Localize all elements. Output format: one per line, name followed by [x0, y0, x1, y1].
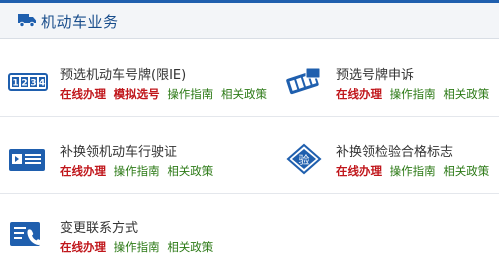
row-divider — [0, 193, 499, 194]
service-reissue-license: 补换领机动车行驶证 在线办理 操作指南 相关政策 — [8, 141, 268, 185]
operation-guide-link[interactable]: 操作指南 — [114, 164, 160, 178]
svg-text:验: 验 — [299, 153, 310, 167]
service-plate-appeal: 预选号牌申诉 在线办理 操作指南 相关政策 — [284, 64, 494, 108]
service-change-contact: 变更联系方式 在线办理 操作指南 相关政策 — [8, 217, 268, 261]
svg-text:3: 3 — [30, 79, 36, 89]
online-handle-link[interactable]: 在线办理 — [336, 87, 382, 101]
related-policy-link[interactable]: 相关政策 — [221, 87, 267, 101]
license-card-icon — [9, 149, 45, 171]
service-preselect-plate: 1 2 3 4 预选机动车号牌(限IE) 在线办理 模拟选号 操作指南 相关政策 — [8, 64, 268, 108]
operation-guide-link[interactable]: 操作指南 — [390, 164, 436, 178]
service-links: 在线办理 模拟选号 操作指南 相关政策 — [60, 86, 271, 102]
service-name[interactable]: 变更联系方式 — [60, 217, 138, 236]
simulate-select-link[interactable]: 模拟选号 — [114, 87, 160, 101]
service-name[interactable]: 补换领机动车行驶证 — [60, 141, 177, 160]
service-name[interactable]: 补换领检验合格标志 — [336, 141, 453, 160]
contact-phone-icon — [10, 222, 43, 246]
service-links: 在线办理 操作指南 相关政策 — [336, 163, 493, 179]
svg-text:1: 1 — [12, 79, 18, 89]
inspection-badge-icon: 验 — [286, 143, 322, 175]
related-policy-link[interactable]: 相关政策 — [167, 164, 213, 178]
related-policy-link[interactable]: 相关政策 — [443, 87, 489, 101]
section-title: 机动车业务 — [41, 13, 119, 31]
online-handle-link[interactable]: 在线办理 — [60, 164, 106, 178]
row-divider — [0, 116, 499, 117]
section-header: 机动车业务 — [0, 3, 499, 39]
number-plate-icon: 1 2 3 4 — [8, 73, 48, 91]
operation-guide-link[interactable]: 操作指南 — [167, 87, 213, 101]
service-inspection-badge: 验 补换领检验合格标志 在线办理 操作指南 相关政策 — [284, 141, 494, 185]
service-name[interactable]: 预选机动车号牌(限IE) — [60, 64, 186, 83]
operation-guide-link[interactable]: 操作指南 — [390, 87, 436, 101]
svg-text:2: 2 — [21, 79, 27, 89]
service-links: 在线办理 操作指南 相关政策 — [60, 163, 217, 179]
online-handle-link[interactable]: 在线办理 — [60, 240, 106, 254]
related-policy-link[interactable]: 相关政策 — [167, 240, 213, 254]
online-handle-link[interactable]: 在线办理 — [60, 87, 106, 101]
online-handle-link[interactable]: 在线办理 — [336, 164, 382, 178]
service-links: 在线办理 操作指南 相关政策 — [60, 239, 217, 255]
related-policy-link[interactable]: 相关政策 — [443, 164, 489, 178]
service-links: 在线办理 操作指南 相关政策 — [336, 86, 493, 102]
appeal-cards-icon — [286, 67, 321, 95]
truck-icon — [18, 14, 36, 27]
operation-guide-link[interactable]: 操作指南 — [114, 240, 160, 254]
svg-text:4: 4 — [39, 79, 45, 89]
service-name[interactable]: 预选号牌申诉 — [336, 64, 414, 83]
